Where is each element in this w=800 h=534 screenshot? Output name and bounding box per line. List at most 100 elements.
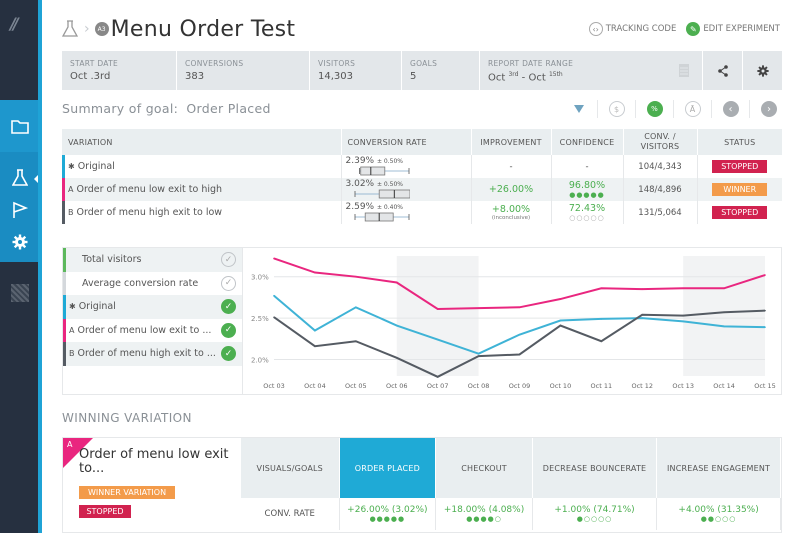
legend-item[interactable]: B Order of menu high exit to ... ✓ bbox=[63, 342, 242, 366]
confidence-dots: ●●●●● bbox=[569, 191, 605, 199]
checked-icon[interactable]: ✓ bbox=[221, 346, 236, 362]
range-to: Oct bbox=[528, 72, 546, 84]
revenue-view-button[interactable]: $ bbox=[598, 100, 636, 118]
settings-button[interactable] bbox=[742, 51, 782, 90]
user-avatar[interactable] bbox=[11, 284, 29, 302]
sidebar-item-settings[interactable] bbox=[10, 232, 30, 252]
goal-value: +18.00% (4.08%) bbox=[443, 505, 525, 515]
data-point bbox=[518, 333, 521, 336]
col-status[interactable]: STATUS bbox=[697, 129, 782, 155]
code-icon: ‹› bbox=[588, 22, 603, 36]
sidebar-item-folder[interactable] bbox=[10, 116, 30, 136]
conversion-rate-cell: 2.39% ± 0.50% bbox=[341, 155, 472, 178]
rate-margin: ± 0.50% bbox=[376, 181, 403, 189]
legend-item[interactable]: Average conversion rate ✓ bbox=[63, 271, 242, 295]
checked-icon[interactable]: ✓ bbox=[221, 322, 236, 338]
variation-name-cell[interactable]: ✱ Original bbox=[62, 155, 342, 178]
confidence-value: 96.80% bbox=[568, 180, 606, 191]
legend-color-bar bbox=[63, 295, 66, 319]
legend-item[interactable]: ✱ Original ✓ bbox=[63, 295, 242, 319]
goal-value: +26.00% (3.02%) bbox=[347, 505, 428, 515]
improvement-cell: +8.00% (inconclusive) bbox=[471, 201, 552, 224]
rate-margin: ± 0.50% bbox=[376, 158, 403, 166]
table-row[interactable]: A Order of menu low exit to high 3.02% ± … bbox=[62, 178, 782, 201]
data-point bbox=[641, 313, 644, 316]
calendar-icon[interactable] bbox=[678, 63, 690, 78]
stat-label: VISITORS bbox=[318, 59, 356, 68]
logo[interactable]: // bbox=[10, 14, 32, 36]
range-from-sup: 3rd bbox=[508, 71, 519, 78]
confidence-dots: ●●○○○ bbox=[700, 515, 737, 523]
variation-name-cell[interactable]: B Order of menu high exit to low bbox=[62, 201, 342, 224]
variation-color-bar bbox=[62, 201, 65, 224]
variation-name-cell[interactable]: A Order of menu low exit to high bbox=[62, 178, 342, 201]
edit-experiment-button[interactable]: ✎ EDIT EXPERIMENT bbox=[686, 22, 780, 36]
sidebar-item-goals[interactable] bbox=[10, 200, 30, 220]
col-confidence[interactable]: CONFIDENCE bbox=[551, 129, 624, 155]
legend-label: Order of menu low exit to ... bbox=[77, 324, 212, 336]
tracking-code-button[interactable]: ‹› TRACKING CODE bbox=[588, 22, 676, 36]
data-point bbox=[559, 324, 562, 327]
range-sep: - bbox=[518, 72, 529, 84]
average-view-button[interactable]: Ā bbox=[674, 100, 712, 118]
improvement-value: +8.00% bbox=[491, 204, 531, 215]
unchecked-icon[interactable]: ✓ bbox=[221, 252, 236, 268]
triangle-down-icon bbox=[573, 105, 584, 113]
goal-column-header[interactable]: ORDER PLACED bbox=[339, 438, 437, 498]
share-button[interactable] bbox=[702, 51, 742, 90]
checked-icon[interactable]: ✓ bbox=[221, 299, 236, 315]
row-label: CONV. RATE bbox=[241, 498, 340, 530]
stat-label: REPORT DATE RANGE bbox=[488, 59, 574, 68]
legend-prefix: B bbox=[69, 349, 75, 359]
goal-column-header[interactable]: INCREASE ENGAGEMENT bbox=[656, 438, 781, 498]
goal-column-header[interactable]: CHECKOUT bbox=[435, 438, 533, 498]
previous-button[interactable]: ‹ bbox=[712, 100, 750, 118]
variation-name: Original bbox=[77, 161, 115, 172]
percent-view-button[interactable]: % bbox=[636, 100, 674, 118]
confidence-dots: ●●●●○ bbox=[466, 515, 502, 523]
chart-legend: Total visitors ✓ Average conversion rate… bbox=[62, 247, 242, 395]
rate-value: 2.59% bbox=[345, 202, 375, 213]
report-date-range[interactable]: REPORT DATE RANGE Oct 3rd - Oct 15th bbox=[480, 51, 702, 90]
legend-color-bar bbox=[63, 271, 66, 295]
x-tick-label: Oct 09 bbox=[509, 382, 531, 390]
data-point bbox=[355, 340, 357, 343]
x-tick-label: Oct 10 bbox=[550, 382, 572, 390]
variation-color-bar bbox=[62, 155, 65, 178]
col-conversion-rate[interactable]: CONVERSION RATE bbox=[341, 129, 472, 155]
next-button[interactable]: › bbox=[750, 100, 788, 118]
col-improvement[interactable]: IMPROVEMENT bbox=[471, 129, 552, 155]
stat-label: START DATE bbox=[70, 59, 119, 68]
flask-icon[interactable] bbox=[62, 20, 78, 38]
unchecked-icon[interactable]: ✓ bbox=[221, 275, 236, 291]
table-row[interactable]: B Order of menu high exit to low 2.59% ± … bbox=[62, 201, 782, 224]
goal-column-header[interactable]: DECREASE BOUNCERATE bbox=[532, 438, 658, 498]
winner-name[interactable]: Order of menu low exit to... bbox=[79, 448, 229, 476]
rate-margin: ± 0.40% bbox=[376, 204, 403, 212]
data-point bbox=[518, 353, 521, 356]
col-conv-visitors[interactable]: CONV. / VISITORS bbox=[623, 129, 698, 155]
col-variation[interactable]: VARIATION bbox=[62, 129, 342, 155]
data-point bbox=[723, 311, 725, 314]
confidence-value: - bbox=[585, 161, 589, 172]
gear-icon bbox=[12, 234, 28, 250]
legend-item[interactable]: A Order of menu low exit to ... ✓ bbox=[63, 318, 242, 342]
legend-label: Total visitors bbox=[82, 254, 142, 266]
range-from: Oct bbox=[488, 72, 506, 84]
status-badge: WINNER bbox=[712, 183, 768, 196]
folder-icon bbox=[11, 119, 29, 134]
average-icon: Ā bbox=[684, 101, 701, 117]
goal-dropdown-button[interactable] bbox=[560, 100, 598, 118]
stat-value: 383 bbox=[185, 71, 205, 82]
confidence-dots: ●○○○○ bbox=[576, 515, 613, 523]
goal-value-cell: +4.00% (31.35%) ●●○○○ bbox=[656, 498, 781, 530]
conv-visitors-cell: 131/5,064 bbox=[623, 201, 698, 224]
table-row[interactable]: ✱ Original 2.39% ± 0.50% - - 104/4,343 ST… bbox=[62, 155, 782, 178]
weekend-shade bbox=[683, 256, 765, 376]
goal-selector[interactable]: Order Placed bbox=[186, 101, 270, 116]
legend-item[interactable]: Total visitors ✓ bbox=[63, 248, 242, 272]
x-tick-label: Oct 15 bbox=[754, 382, 776, 390]
goal-value-cell: +1.00% (74.71%) ●○○○○ bbox=[532, 498, 658, 530]
data-point bbox=[355, 306, 357, 309]
sidebar-item-experiments[interactable] bbox=[10, 168, 30, 188]
